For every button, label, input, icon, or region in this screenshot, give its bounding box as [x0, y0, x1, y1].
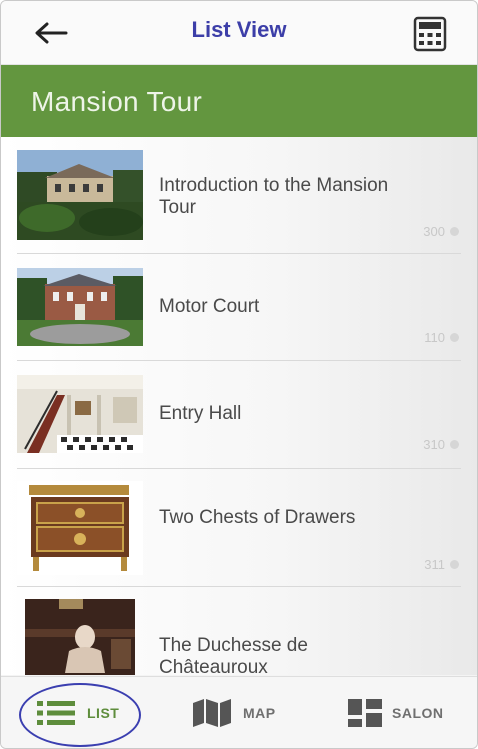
- list-item[interactable]: Motor Court 110: [1, 254, 477, 361]
- thumbnail-motor-court: [17, 268, 143, 346]
- status-dot-icon: [450, 560, 459, 569]
- stop-number: 300: [423, 224, 459, 239]
- stop-number: 310: [423, 437, 459, 452]
- thumbnail-entry-hall: [17, 375, 143, 453]
- tab-salon[interactable]: SALON: [348, 677, 444, 748]
- item-title: Motor Court: [159, 296, 260, 317]
- item-title: Introduction to the Mansion Tour: [159, 175, 389, 218]
- bottom-tab-bar: LIST MAP SALON: [1, 676, 477, 748]
- thumbnail-mansion-exterior: [17, 150, 143, 240]
- stop-number-text: 110: [424, 330, 445, 345]
- list-item[interactable]: Introduction to the Mansion Tour 300: [1, 137, 477, 254]
- list-icon: [37, 701, 75, 725]
- stop-list: Introduction to the Mansion Tour 300 Mot…: [1, 137, 477, 675]
- section-header: Mansion Tour: [1, 65, 477, 137]
- item-title: Two Chests of Drawers: [159, 507, 356, 528]
- tab-salon-label: SALON: [392, 705, 444, 721]
- stop-number: 311: [424, 557, 459, 572]
- grid-menu-button[interactable]: [411, 15, 449, 53]
- tab-map-label: MAP: [243, 705, 276, 721]
- stop-number-text: 311: [424, 557, 445, 572]
- item-title: The Duchesse de Châteauroux: [159, 635, 308, 675]
- status-dot-icon: [450, 227, 459, 236]
- map-icon: [193, 699, 231, 727]
- grid-menu-icon: [413, 16, 447, 52]
- top-nav-bar: List View: [1, 1, 477, 65]
- thumbnail-duchesse-portrait: [25, 599, 135, 675]
- status-dot-icon: [450, 440, 459, 449]
- tab-list[interactable]: LIST: [37, 677, 120, 748]
- status-dot-icon: [450, 333, 459, 342]
- stop-number-text: 310: [423, 437, 445, 452]
- app-frame: List View Mansion Tour Introduction to t…: [0, 0, 478, 749]
- list-item[interactable]: Two Chests of Drawers 311: [1, 469, 477, 587]
- page-title: List View: [191, 17, 287, 42]
- list-item[interactable]: The Duchesse de Châteauroux: [1, 587, 477, 675]
- tab-map[interactable]: MAP: [191, 677, 276, 748]
- thumbnail-chest-of-drawers: [17, 481, 143, 575]
- stop-number: 110: [424, 330, 459, 345]
- item-title: Entry Hall: [159, 403, 242, 424]
- stop-number-text: 300: [423, 224, 445, 239]
- section-title: Mansion Tour: [31, 86, 203, 117]
- salon-grid-icon: [348, 699, 382, 727]
- tab-list-label: LIST: [87, 705, 120, 721]
- list-item[interactable]: Entry Hall 310: [1, 361, 477, 469]
